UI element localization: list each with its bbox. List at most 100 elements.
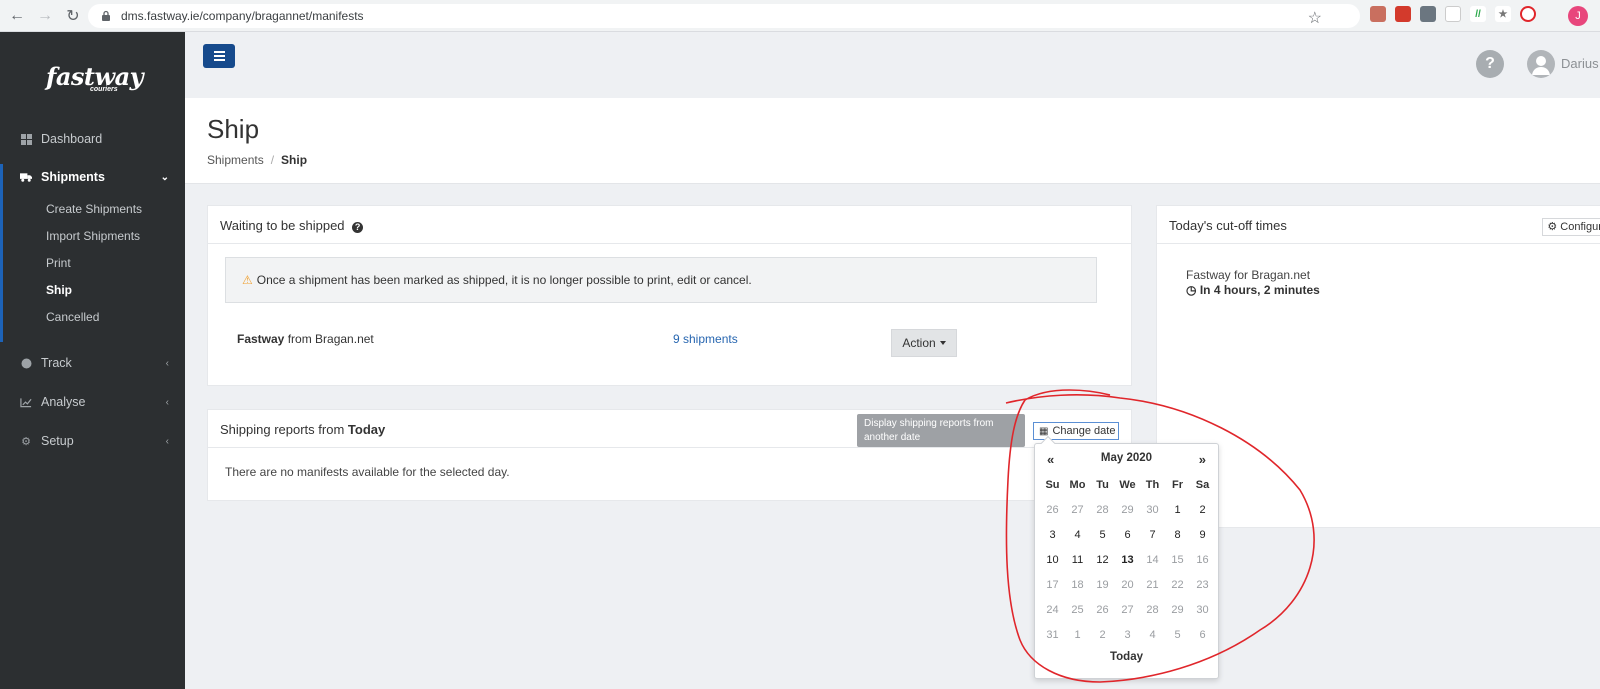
calendar-day: 31 [1046, 628, 1059, 641]
globe-icon [20, 357, 32, 369]
help-button[interactable]: ? [1476, 50, 1504, 78]
calendar-day: 27 [1121, 603, 1134, 616]
breadcrumb-shipments-link[interactable]: Shipments [207, 153, 264, 167]
sidebar-item-label: Setup [41, 434, 74, 448]
bookmark-star-icon[interactable]: ☆ [1308, 8, 1322, 28]
fastway-logo[interactable]: fastway couriers [46, 62, 146, 98]
panel-title-day: Today [347, 422, 386, 437]
sidebar-item-label: Dashboard [41, 132, 103, 146]
calendar-day[interactable]: 11 [1065, 547, 1090, 572]
calendar-day[interactable]: 3 [1040, 522, 1065, 547]
carrier-row: Fastway from Bragan.net [237, 332, 374, 346]
calendar-day: 21 [1146, 578, 1159, 591]
calendar-day[interactable]: 5 [1090, 522, 1115, 547]
calendar-day: 27 [1071, 503, 1084, 516]
sidebar-item-analyse[interactable]: Analyse ‹ [0, 388, 185, 416]
calendar-icon: ▦ [1039, 425, 1049, 437]
calendar-day: 6 [1199, 628, 1206, 641]
sidebar-item-label: Analyse [41, 395, 86, 409]
calendar-day[interactable]: 7 [1140, 522, 1165, 547]
calendar-day[interactable]: 8 [1165, 522, 1190, 547]
calendar-day[interactable]: 2 [1190, 497, 1215, 522]
calendar-day[interactable]: 12 [1090, 547, 1115, 572]
gear-icon: ⚙ [1547, 221, 1558, 233]
calendar-day[interactable]: 10 [1040, 547, 1065, 572]
warning-alert: ⚠ Once a shipment has been marked as shi… [225, 257, 1097, 303]
chevron-left-icon: ‹ [165, 435, 169, 447]
panel-heading: Today's cut-off times [1157, 206, 1600, 244]
menu-toggle-button[interactable] [203, 44, 235, 68]
calendar-day: 4 [1149, 628, 1156, 641]
question-circle-icon[interactable]: ? [352, 222, 364, 233]
submenu-item-create-shipments[interactable]: Create Shipments [46, 202, 142, 222]
datepicker-grid: Su Mo Tu We Th Fr Sa 26 27 28 29 30 1 2 3 4 5 6 7 8 9 10 11 12 1… [1040, 472, 1215, 647]
calendar-day[interactable]: 13 [1115, 547, 1140, 572]
waiting-to-be-shipped-panel: Waiting to be shipped ? ⚠ Once a shipmen… [207, 205, 1132, 386]
green-extension-icon[interactable]: // [1470, 6, 1486, 22]
calendar-day: 20 [1121, 578, 1134, 591]
sidebar-item-setup[interactable]: ⚙ Setup ‹ [0, 427, 185, 455]
user-icon [1532, 56, 1550, 75]
pdf-extension-icon[interactable] [1370, 6, 1386, 22]
submenu-item-print[interactable]: Print [46, 256, 71, 276]
gear-icon: ⚙ [21, 435, 31, 448]
prev-month-button[interactable]: « [1047, 452, 1054, 467]
calendar-day[interactable]: 6 [1115, 522, 1140, 547]
reload-icon[interactable]: ↻ [62, 5, 84, 27]
profile-avatar[interactable]: J [1568, 6, 1588, 26]
shipments-count-link[interactable]: 9 shipments [673, 332, 738, 346]
calendar-day[interactable]: 9 [1190, 522, 1215, 547]
shipments-submenu: Create Shipments Import Shipments Print … [0, 164, 185, 342]
next-month-button[interactable]: » [1199, 452, 1206, 467]
cloud-extension-icon[interactable] [1445, 6, 1461, 22]
submenu-item-cancelled[interactable]: Cancelled [46, 310, 99, 330]
calendar-day[interactable]: 4 [1065, 522, 1090, 547]
panel-title-prefix: Shipping reports from [220, 422, 345, 437]
weekday-header: Fr [1172, 478, 1183, 491]
page-title: Ship [207, 114, 260, 144]
action-dropdown-button[interactable]: Action [891, 329, 957, 357]
calendar-day: 28 [1096, 503, 1109, 516]
line-chart-icon [20, 396, 32, 408]
calendar-day: 24 [1046, 603, 1059, 616]
carrier-from: from Bragan.net [287, 332, 374, 346]
calendar-day: 16 [1196, 553, 1209, 566]
cutoff-carrier: Fastway for Bragan.net [1186, 268, 1311, 282]
cutoff-time: In 4 hours, 2 minutes [1199, 283, 1320, 297]
calendar-day: 18 [1071, 578, 1084, 591]
calendar-day: 5 [1174, 628, 1181, 641]
back-icon[interactable]: ← [6, 5, 28, 27]
change-date-tooltip: Display shipping reports from another da… [857, 414, 1025, 447]
star-extension-icon[interactable]: ★ [1495, 6, 1511, 22]
empty-state-text: There are no manifests available for the… [225, 465, 510, 479]
calendar-extension-icon[interactable] [1395, 6, 1411, 22]
sidebar-item-track[interactable]: Track ‹ [0, 349, 185, 377]
target-extension-icon[interactable] [1520, 6, 1536, 22]
submenu-item-ship[interactable]: Ship [46, 283, 72, 303]
forward-icon[interactable]: → [34, 5, 56, 27]
datepicker-month-label[interactable]: May 2020 [1035, 452, 1218, 464]
today-button[interactable]: Today [1035, 651, 1218, 663]
cutoff-times-panel: Today's cut-off times ⚙ Configure Fastwa… [1156, 205, 1600, 528]
calendar-day: 14 [1146, 553, 1159, 566]
username[interactable]: Darius [1561, 56, 1599, 71]
browser-toolbar: ← → ↻ dms.fastway.ie/company/bragannet/m… [0, 0, 1600, 32]
dashboard-icon [20, 133, 32, 145]
calendar-day: 1 [1074, 628, 1081, 641]
chevron-left-icon: ‹ [165, 396, 169, 408]
address-bar[interactable]: dms.fastway.ie/company/bragannet/manifes… [88, 4, 1360, 28]
configure-button[interactable]: ⚙ Configure [1542, 218, 1600, 236]
calendar-day: 26 [1046, 503, 1059, 516]
calendar-day: 28 [1146, 603, 1159, 616]
sidebar-item-label: Track [41, 356, 72, 370]
calendar-day: 26 [1096, 603, 1109, 616]
weekday-header: Sa [1195, 478, 1210, 491]
calendar-day[interactable]: 1 [1165, 497, 1190, 522]
user-avatar[interactable] [1527, 50, 1555, 78]
chevron-left-icon: ‹ [165, 357, 169, 369]
submenu-item-import-shipments[interactable]: Import Shipments [46, 229, 140, 249]
image-extension-icon[interactable] [1420, 6, 1436, 22]
calendar-day: 2 [1099, 628, 1106, 641]
calendar-day: 30 [1146, 503, 1159, 516]
sidebar-item-dashboard[interactable]: Dashboard [0, 125, 185, 153]
